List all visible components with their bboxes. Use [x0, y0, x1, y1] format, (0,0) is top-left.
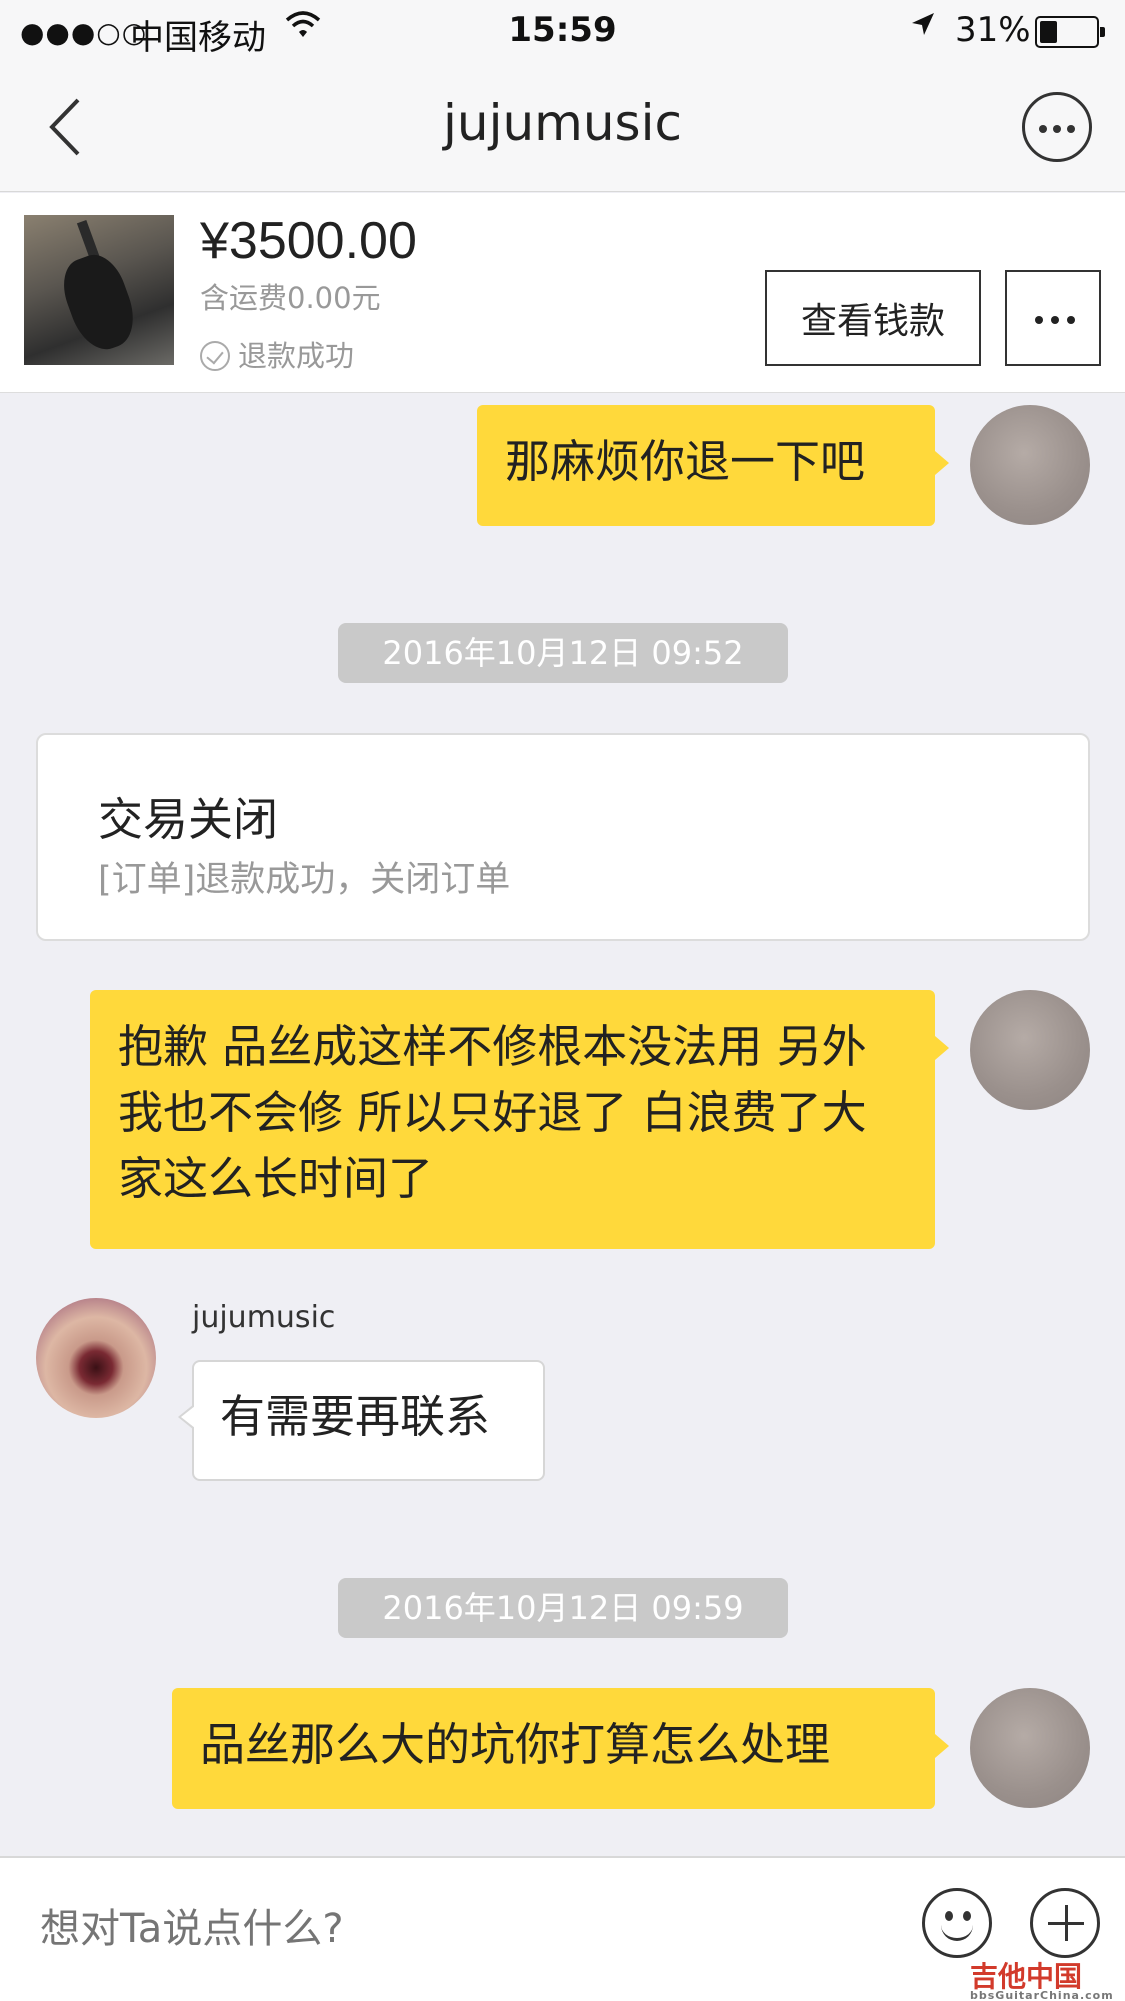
refund-status-label: 退款成功 [238, 339, 355, 373]
location-arrow-icon [908, 10, 938, 48]
battery-icon [1035, 16, 1105, 48]
watermark-url: bbsGuitarChina.com [970, 1989, 1114, 2001]
message-input[interactable] [40, 1894, 880, 1964]
battery-percent: 31% [955, 10, 1031, 50]
system-notice-card[interactable]: 交易关闭 [订单]退款成功，关闭订单 [36, 733, 1090, 941]
message-text: 那麻烦你退一下吧 [505, 435, 866, 488]
shipping-fee: 含运费0.00元 [200, 281, 381, 315]
message-text: 有需要再联系 [220, 1390, 491, 1443]
message-input-bar [0, 1856, 1125, 2001]
plus-circle-icon[interactable] [1030, 1888, 1100, 1958]
outgoing-message[interactable]: 那麻烦你退一下吧 [477, 405, 949, 526]
outgoing-message[interactable]: 品丝那么大的坑你打算怎么处理 [172, 1688, 949, 1809]
chat-timestamp: 2016年10月12日 09:59 [338, 1578, 788, 1638]
incoming-message[interactable]: 有需要再联系 [178, 1360, 545, 1481]
order-more-button[interactable] [1005, 270, 1101, 366]
order-summary: ¥3500.00 含运费0.00元 退款成功 查看钱款 [0, 193, 1125, 393]
chat-timestamp: 2016年10月12日 09:52 [338, 623, 788, 683]
order-price: ¥3500.00 [200, 212, 417, 270]
outgoing-message[interactable]: 抱歉 品丝成这样不修根本没法用 另外我也不会修 所以只好退了 白浪费了大家这么长… [90, 990, 949, 1249]
my-avatar[interactable] [970, 1688, 1090, 1808]
product-thumbnail[interactable] [24, 215, 174, 365]
my-avatar[interactable] [970, 405, 1090, 525]
sender-avatar[interactable] [36, 1298, 156, 1418]
refund-status: 退款成功 [200, 333, 354, 375]
message-text: 抱歉 品丝成这样不修根本没法用 另外我也不会修 所以只好退了 白浪费了大家这么长… [118, 1020, 867, 1205]
page-title: jujumusic [443, 94, 682, 152]
watermark-logo: 吉他中国 bbsGuitarChina.com [970, 1955, 1114, 2001]
sender-name: jujumusic [192, 1300, 336, 1335]
system-notice-title: 交易关闭 [98, 793, 279, 846]
smiley-icon[interactable] [922, 1888, 992, 1958]
more-circle-icon[interactable] [1022, 92, 1092, 162]
status-bar: ●●●○○ 中国移动 15:59 31% [0, 0, 1125, 64]
view-payment-button[interactable]: 查看钱款 [765, 270, 981, 366]
check-circle-icon [200, 341, 230, 371]
navigation-bar: jujumusic [0, 64, 1125, 192]
message-text: 品丝那么大的坑你打算怎么处理 [200, 1718, 831, 1771]
my-avatar[interactable] [970, 990, 1090, 1110]
system-notice-subtitle: [订单]退款成功，关闭订单 [98, 860, 511, 900]
